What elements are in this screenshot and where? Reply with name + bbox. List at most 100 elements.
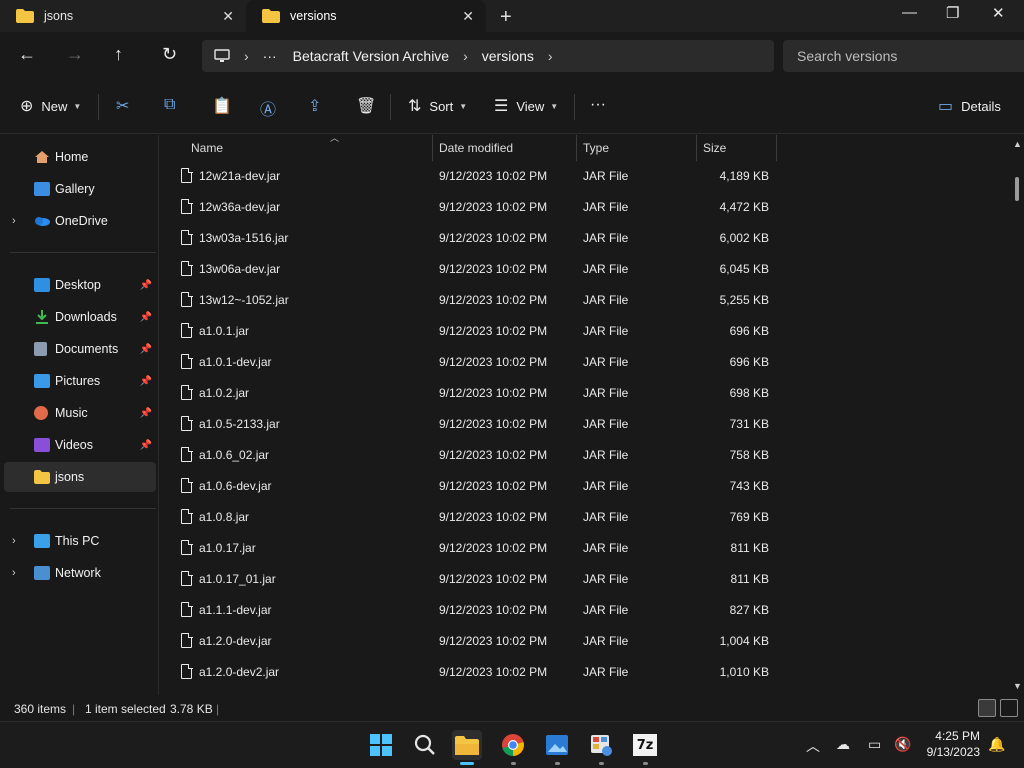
sidebar-item-pictures[interactable]: Pictures 📌 [4,366,156,396]
column-header-name[interactable]: ︿ Name [185,133,433,161]
scroll-thumb[interactable] [1015,177,1019,201]
sidebar-item-music[interactable]: Music 📌 [4,398,156,428]
copy-icon[interactable]: ⧉ [164,96,175,114]
chevron-up-icon[interactable]: ︿ [806,736,820,756]
file-row[interactable]: 12w36a-dev.jar 9/12/2023 10:02 PM JAR File… [159,192,779,223]
chevron-right-icon[interactable]: › [12,567,16,579]
file-type: JAR File [583,293,629,307]
sidebar-item-videos[interactable]: Videos 📌 [4,430,156,460]
file-row[interactable]: a1.0.6-dev.jar 9/12/2023 10:02 PM JAR File… [159,471,779,502]
chevron-right-icon[interactable]: › [12,215,16,227]
file-explorer-icon[interactable] [452,730,482,765]
vertical-scrollbar[interactable]: ▲ ▼ [1010,135,1024,695]
scroll-up-icon[interactable]: ▲ [1013,139,1022,149]
sidebar-item-this-pc[interactable]: › This PC [4,526,156,556]
new-tab-button[interactable]: + [500,6,512,29]
minimize-icon[interactable]: — [902,4,917,21]
column-header-type[interactable]: Type [577,135,697,161]
file-row[interactable]: a1.0.17_01.jar 9/12/2023 10:02 PM JAR File… [159,564,779,595]
paste-icon[interactable]: 📋 [212,96,232,116]
scroll-down-icon[interactable]: ▼ [1013,681,1022,691]
address-bar[interactable]: › ··· Betacraft Version Archive › versio… [202,40,774,72]
share-icon[interactable]: ⇪ [308,96,321,116]
photos-icon[interactable] [542,730,572,765]
file-row[interactable]: 13w06a-dev.jar 9/12/2023 10:02 PM JAR File… [159,254,779,285]
breadcrumb-versions[interactable]: versions [482,48,534,64]
file-row[interactable]: a1.0.1-dev.jar 9/12/2023 10:02 PM JAR File… [159,347,779,378]
file-row[interactable]: 12w21a-dev.jar 9/12/2023 10:02 PM JAR File… [159,161,779,192]
column-label: Name [191,141,224,155]
search-input[interactable]: Search versions [783,40,1024,72]
new-button[interactable]: ⊕ New ▼ [20,96,81,116]
forward-arrow-icon[interactable]: → [66,44,84,65]
windows-start-icon[interactable] [366,730,396,760]
details-view-icon[interactable] [978,699,996,717]
breadcrumb-betacraft[interactable]: Betacraft Version Archive [293,48,449,64]
file-type: JAR File [583,417,629,431]
pin-icon: 📌 [139,439,152,451]
see-more-button[interactable]: ··· [590,96,606,114]
volume-muted-icon[interactable]: 🔇 [894,736,911,753]
close-icon[interactable]: ✕ [222,8,234,25]
sidebar-item-jsons[interactable]: jsons [4,462,156,492]
view-button[interactable]: ☰ View ▼ [494,96,558,116]
file-type: JAR File [583,572,629,586]
tiles-view-icon[interactable] [1000,699,1018,717]
back-arrow-icon[interactable]: ← [18,44,36,65]
sort-button[interactable]: ⇅ Sort ▼ [408,96,467,116]
search-icon[interactable] [410,730,440,760]
sidebar-item-home[interactable]: Home [4,142,156,172]
breadcrumb-more[interactable]: ··· [263,48,277,64]
file-date: 9/12/2023 10:02 PM [439,231,548,245]
file-row[interactable]: a1.0.8.jar 9/12/2023 10:02 PM JAR File 769 … [159,502,779,533]
new-label: New [41,98,68,114]
file-row[interactable]: 13w03a-1516.jar 9/12/2023 10:02 PM JAR Fil… [159,223,779,254]
refresh-icon[interactable]: ↻ [162,44,177,65]
onedrive-tray-icon[interactable]: ☁ [836,736,850,753]
sidebar-item-gallery[interactable]: Gallery [4,174,156,204]
column-header-size[interactable]: Size [697,135,777,161]
file-name: a1.0.17_01.jar [199,572,276,586]
sidebar-item-onedrive[interactable]: › OneDrive [4,206,156,236]
chrome-icon[interactable] [498,730,528,765]
sidebar-item-downloads[interactable]: Downloads 📌 [4,302,156,332]
file-row[interactable]: a1.2.0-dev2.jar 9/12/2023 10:02 PM JAR Fil… [159,657,779,688]
sidebar-item-desktop[interactable]: Desktop 📌 [4,270,156,300]
window-close-icon[interactable]: ✕ [992,4,1005,22]
tab-jsons[interactable]: jsons ✕ [0,0,246,32]
file-row[interactable]: a1.0.1.jar 9/12/2023 10:02 PM JAR File 696 … [159,316,779,347]
details-button[interactable]: ▭ Details [938,96,1001,116]
settings-app-icon[interactable] [586,730,616,765]
sidebar-item-label: OneDrive [55,214,108,228]
file-row[interactable]: a1.2.0-dev.jar 9/12/2023 10:02 PM JAR File… [159,626,779,657]
file-type: JAR File [583,324,629,338]
restore-icon[interactable]: ❐ [946,4,959,22]
sidebar-item-documents[interactable]: Documents 📌 [4,334,156,364]
clock[interactable]: 4:25 PM 9/13/2023 [927,728,980,760]
pin-icon: 📌 [139,407,152,419]
file-row[interactable]: a1.0.6_02.jar 9/12/2023 10:02 PM JAR File 7… [159,440,779,471]
7zip-icon[interactable]: 7z [630,730,660,765]
close-icon[interactable]: ✕ [462,8,474,25]
network-tray-icon[interactable]: ▭ [868,736,881,753]
file-row[interactable]: a1.0.2.jar 9/12/2023 10:02 PM JAR File 698 … [159,378,779,409]
file-row[interactable]: a1.1.1-dev.jar 9/12/2023 10:02 PM JAR File… [159,595,779,626]
delete-icon[interactable]: 🗑 [356,96,376,116]
up-arrow-icon[interactable]: ↑ [114,44,123,65]
column-header-date[interactable]: Date modified [433,135,577,161]
file-row[interactable]: a1.0.17.jar 9/12/2023 10:02 PM JAR File 811… [159,533,779,564]
file-row[interactable]: a1.0.5-2133.jar 9/12/2023 10:02 PM JAR Fil… [159,409,779,440]
file-list: ︿ Name Date modified Type Size 12w21a-de… [158,133,1024,695]
sidebar-item-label: Pictures [55,374,101,388]
chevron-right-icon[interactable]: › [12,535,16,547]
file-size: 769 KB [729,510,769,524]
file-row[interactable]: 13w12~-1052.jar 9/12/2023 10:02 PM JAR Fil… [159,285,779,316]
rename-icon[interactable]: Ⓐ [260,96,276,120]
file-name: 13w06a-dev.jar [199,262,281,276]
sort-icon: ⇅ [408,98,422,115]
notification-bell-icon[interactable]: 🔔 [988,736,1005,753]
cut-icon[interactable]: ✂ [116,96,129,116]
sidebar-item-label: Gallery [55,182,95,196]
tab-versions[interactable]: versions ✕ [246,0,486,32]
sidebar-item-network[interactable]: › Network [4,558,156,588]
